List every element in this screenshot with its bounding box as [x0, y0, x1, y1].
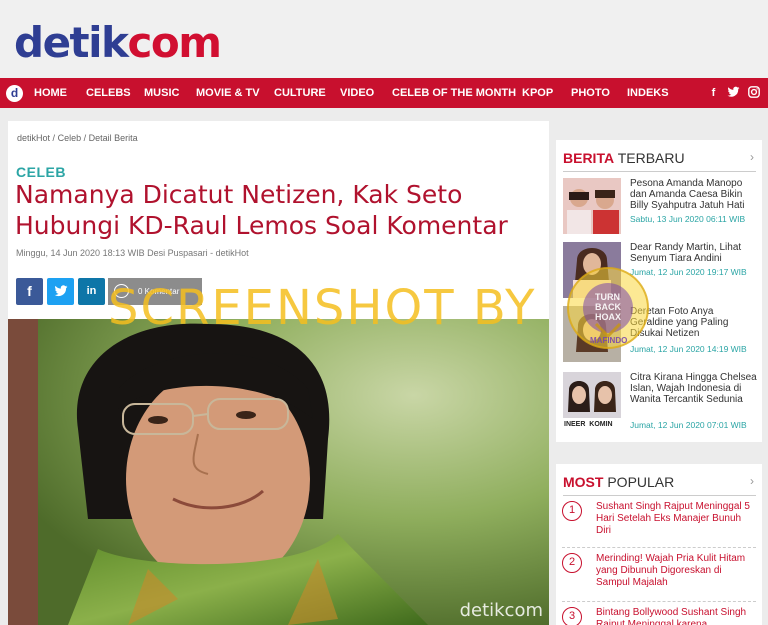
- site-header: detikcom: [0, 0, 768, 78]
- detik-home-icon[interactable]: d: [6, 85, 23, 102]
- popular-title: Sushant Singh Rajput Meninggal 5 Hari Se…: [596, 501, 750, 536]
- facebook-icon[interactable]: f: [706, 86, 721, 101]
- breadcrumb-separator: /: [83, 133, 87, 143]
- berita-terbaru-panel: BERITA TERBARU › Pesona Amanda Manopo da…: [556, 140, 762, 442]
- nav-kpop[interactable]: KPOP: [522, 87, 553, 99]
- most-popular-heading: MOST POPULAR: [563, 474, 674, 490]
- logo-text-detik: detik: [14, 18, 129, 67]
- rank-number: 1: [562, 501, 582, 521]
- nav-movie-tv[interactable]: MOVIE & TV: [196, 87, 260, 99]
- chevron-right-icon[interactable]: ›: [750, 150, 754, 164]
- article-card: detikHot / Celeb / Detail Berita CELEB N…: [8, 121, 549, 625]
- nav-celebs[interactable]: CELEBS: [86, 87, 131, 99]
- breadcrumb: detikHot / Celeb / Detail Berita: [17, 133, 138, 143]
- breadcrumb-celeb[interactable]: Celeb: [58, 133, 82, 143]
- popular-title: Bintang Bollywood Sushant Singh Rajput M…: [596, 607, 747, 625]
- comment-count: 0 Komentar: [138, 287, 180, 296]
- news-title: Dear Randy Martin, Lihat Senyum Tiara An…: [630, 242, 742, 264]
- divider: [562, 547, 756, 548]
- heading-rest: POPULAR: [603, 474, 675, 490]
- news-item[interactable]: Dear Randy Martin, Lihat Senyum Tiara An…: [563, 242, 758, 302]
- share-facebook-button[interactable]: f: [16, 278, 43, 305]
- detikcom-logo[interactable]: detikcom: [14, 18, 222, 67]
- breadcrumb-separator: /: [52, 133, 56, 143]
- linkedin-icon: in: [86, 285, 97, 297]
- share-linkedin-button[interactable]: in: [78, 278, 105, 305]
- most-popular-panel: MOST POPULAR › 1 Sushant Singh Rajput Me…: [556, 464, 762, 625]
- logo-text-com: com: [127, 18, 222, 67]
- twitter-icon[interactable]: [726, 86, 741, 101]
- popular-item[interactable]: 1 Sushant Singh Rajput Meninggal 5 Hari …: [562, 501, 758, 545]
- article-title: Namanya Dicatut Netizen, Kak Seto Hubung…: [15, 180, 508, 240]
- article-category[interactable]: CELEB: [16, 164, 66, 180]
- article-photo: detikcom: [8, 319, 549, 625]
- berita-terbaru-heading: BERITA TERBARU: [563, 150, 685, 166]
- nav-celeb-of-the-month[interactable]: CELEB OF THE MONTH: [392, 87, 516, 99]
- news-title: Pesona Amanda Manopo dan Amanda Caesa Bi…: [630, 178, 745, 211]
- rank-number: 2: [562, 553, 582, 573]
- news-date: Sabtu, 13 Jun 2020 06:11 WIB: [630, 214, 746, 224]
- nav-indeks[interactable]: INDEKS: [627, 87, 669, 99]
- nav-music[interactable]: MUSIC: [144, 87, 179, 99]
- photo-watermark: detikcom: [459, 600, 543, 621]
- divider: [563, 171, 756, 172]
- popular-item[interactable]: 2 Merinding! Wajah Pria Kulit Hitam yang…: [562, 553, 758, 597]
- heading-red: MOST: [563, 474, 604, 490]
- share-twitter-button[interactable]: [47, 278, 74, 305]
- news-thumbnail: [563, 242, 621, 298]
- news-title: Deretan Foto Anya Geraldine yang Paling …: [630, 306, 729, 339]
- nav-video[interactable]: VIDEO: [340, 87, 374, 99]
- main-nav: d HOME CELEBS MUSIC MOVIE & TV CULTURE V…: [0, 78, 768, 108]
- news-title: Citra Kirana Hingga Chelsea Islan, Wajah…: [630, 372, 757, 405]
- news-date: Jumat, 12 Jun 2020 14:19 WIB: [630, 344, 747, 354]
- rank-number: 3: [562, 607, 582, 625]
- breadcrumb-detail-berita: Detail Berita: [88, 133, 138, 143]
- article-byline: Minggu, 14 Jun 2020 18:13 WIB Desi Puspa…: [16, 248, 249, 258]
- news-thumbnail: INEER KOMIN: [563, 372, 621, 428]
- heading-red: BERITA: [563, 150, 615, 166]
- instagram-icon[interactable]: [746, 86, 761, 101]
- news-date: Jumat, 12 Jun 2020 19:17 WIB: [630, 267, 747, 277]
- news-thumbnail: [563, 306, 621, 362]
- comment-button[interactable]: 0 Komentar: [108, 278, 202, 305]
- nav-photo[interactable]: PHOTO: [571, 87, 610, 99]
- news-item[interactable]: INEER KOMIN Citra Kirana Hingga Chelsea …: [563, 372, 758, 432]
- twitter-icon: [54, 285, 67, 297]
- thumb-caption: INEER KOMIN: [564, 421, 613, 428]
- chevron-right-icon[interactable]: ›: [750, 474, 754, 488]
- news-thumbnail: [563, 178, 621, 234]
- facebook-icon: f: [27, 283, 32, 299]
- divider: [562, 601, 756, 602]
- comment-icon: [114, 284, 129, 298]
- news-date: Jumat, 12 Jun 2020 07:01 WIB: [630, 420, 747, 430]
- nav-home[interactable]: HOME: [34, 87, 67, 99]
- breadcrumb-detikhot[interactable]: detikHot: [17, 133, 50, 143]
- divider: [563, 495, 756, 496]
- heading-rest: TERBARU: [614, 150, 685, 166]
- nav-culture[interactable]: CULTURE: [274, 87, 326, 99]
- popular-title: Merinding! Wajah Pria Kulit Hitam yang D…: [596, 553, 746, 588]
- news-item[interactable]: Pesona Amanda Manopo dan Amanda Caesa Bi…: [563, 178, 758, 238]
- news-item[interactable]: Deretan Foto Anya Geraldine yang Paling …: [563, 306, 758, 366]
- popular-item[interactable]: 3 Bintang Bollywood Sushant Singh Rajput…: [562, 607, 758, 625]
